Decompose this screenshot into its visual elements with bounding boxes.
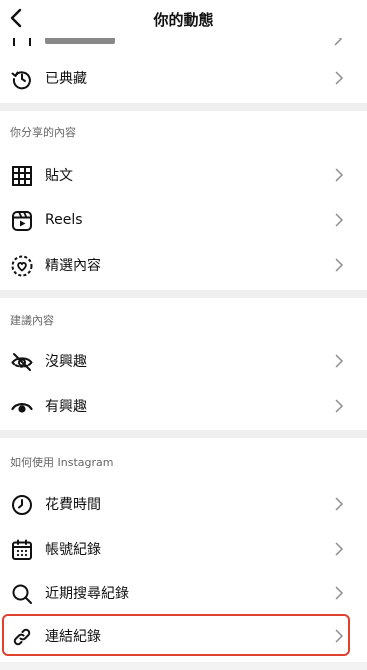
list-item-highlights[interactable]: 精選內容 (0, 243, 367, 287)
header: 你的動態 (0, 0, 367, 38)
reels-icon (10, 209, 34, 233)
list-item-label: 沒興趣 (45, 354, 87, 370)
grid-icon (10, 164, 34, 188)
list-item-label: 貼文 (45, 168, 73, 184)
list-item-not-interested[interactable]: 沒興趣 (0, 339, 367, 383)
chevron-right-icon (335, 213, 344, 227)
section-divider (0, 430, 367, 438)
list-item-label: 花費時間 (45, 497, 101, 513)
history-icon (10, 67, 34, 91)
list-item-reels[interactable]: Reels (0, 198, 367, 242)
page-title: 你的動態 (153, 11, 214, 29)
list-item-recent-searches[interactable]: 近期搜尋紀錄 (0, 571, 367, 615)
list-item-label: 近期搜尋紀錄 (45, 586, 129, 602)
list-item-label: 有興趣 (45, 399, 87, 415)
chevron-right-icon (335, 497, 344, 511)
chevron-right-icon (335, 542, 344, 556)
section-title-suggested: 建議內容 (10, 314, 54, 327)
list-item-label: 已典藏 (45, 71, 87, 87)
list-item-account-history[interactable]: 帳號紀錄 (0, 527, 367, 571)
item-icon (13, 38, 31, 46)
list-item-label: 帳號紀錄 (45, 542, 101, 558)
list-item-label: Reels (45, 212, 83, 228)
eye-icon (10, 395, 34, 419)
clock-icon (10, 493, 34, 517)
search-icon (10, 582, 34, 606)
list-item-label: 精選內容 (45, 258, 101, 274)
chevron-right-icon (335, 586, 344, 600)
section-divider (0, 290, 367, 298)
chevron-right-icon (335, 399, 344, 413)
list-item-posts[interactable]: 貼文 (0, 153, 367, 197)
chevron-right-icon (335, 354, 344, 368)
section-title-how-you-use: 如何使用 Instagram (10, 456, 114, 469)
highlight-box (2, 614, 350, 656)
highlights-icon (10, 254, 34, 278)
section-title-shared: 你分享的內容 (10, 126, 76, 139)
chevron-right-icon (334, 38, 343, 46)
list-item-time-spent[interactable]: 花費時間 (0, 482, 367, 526)
list-item-archive[interactable]: 已典藏 (0, 56, 367, 100)
scrolled-list-item[interactable] (0, 38, 367, 46)
clipped-label (45, 38, 115, 44)
chevron-right-icon (335, 71, 344, 85)
chevron-right-icon (335, 258, 344, 272)
calendar-icon (10, 538, 34, 562)
eye-off-icon (10, 350, 34, 374)
chevron-right-icon (335, 168, 344, 182)
list-item-interested[interactable]: 有興趣 (0, 384, 367, 428)
section-divider (0, 662, 367, 670)
section-divider (0, 103, 367, 111)
